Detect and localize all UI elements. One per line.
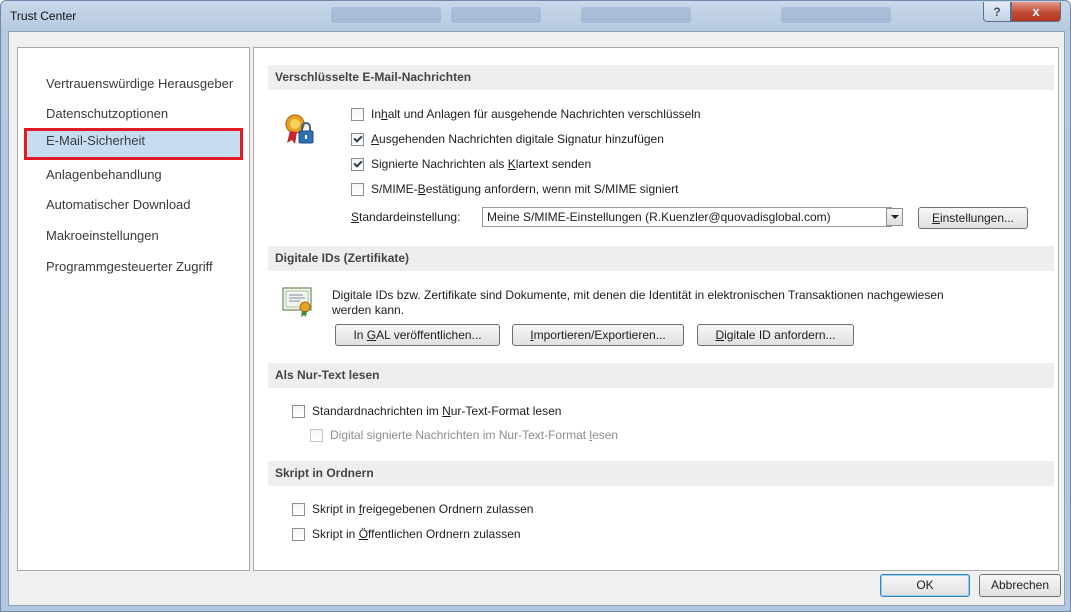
get-digital-id-button[interactable]: Digitale ID anfordern... (697, 324, 854, 346)
checkbox-label: Ausgehenden Nachrichten digitale Signatu… (371, 132, 664, 146)
close-button[interactable]: x (1011, 2, 1061, 22)
checkbox-label: Digital signierte Nachrichten im Nur-Tex… (330, 428, 619, 442)
default-setting-label: Standardeinstellung: (351, 210, 461, 224)
checkbox-label: Inhalt und Anlagen für ausgehende Nachri… (371, 107, 701, 121)
read-as-plain-text-checkbox[interactable]: Standardnachrichten im Nur-Text-Format l… (292, 404, 561, 418)
settings-button[interactable]: Einstellungen... (918, 207, 1028, 229)
ok-button[interactable]: OK (880, 574, 970, 597)
sidebar-item-privacy-options[interactable]: Datenschutzoptionen (24, 101, 243, 127)
sidebar-item-label: Makroeinstellungen (46, 228, 159, 243)
read-signed-as-plain-text-checkbox[interactable]: Digital signierte Nachrichten im Nur-Tex… (310, 428, 618, 442)
section-heading-script-in-folders: Skript in Ordnern (268, 461, 1054, 486)
publish-to-gal-button[interactable]: In GAL veröffentlichen... (335, 324, 500, 346)
window-title: Trust Center (10, 9, 77, 23)
checkbox-box[interactable] (351, 107, 364, 121)
category-list: Vertrauenswürdige Herausgeber Datenschut… (17, 47, 250, 571)
sidebar-item-macro-settings[interactable]: Makroeinstellungen (24, 223, 243, 249)
sidebar-item-email-security[interactable]: E-Mail-Sicherheit (24, 128, 243, 160)
sidebar-item-label: Programmgesteuerter Zugriff (46, 259, 213, 274)
checkbox-label: Skript in Öffentlichen Ordnern zulassen (312, 527, 521, 541)
background-tab (581, 7, 691, 23)
section-heading-plain-text: Als Nur-Text lesen (268, 363, 1054, 388)
email-security-panel: Verschlüsselte E-Mail-Nachrichten Inhalt… (253, 47, 1059, 571)
sidebar-item-label: Datenschutzoptionen (46, 106, 169, 121)
sidebar-item-attachment-handling[interactable]: Anlagenbehandlung (24, 162, 243, 188)
certificate-icon (282, 287, 312, 317)
title-bar[interactable]: Trust Center ? x (1, 1, 1070, 31)
section-heading-digital-ids: Digitale IDs (Zertifikate) (268, 246, 1054, 271)
sidebar-item-trusted-publishers[interactable]: Vertrauenswürdige Herausgeber (24, 71, 243, 97)
sidebar-item-label: Automatischer Download (46, 197, 191, 212)
send-clear-text-checkbox[interactable]: Signierte Nachrichten als Klartext sende… (351, 157, 591, 171)
checkbox-box[interactable] (351, 157, 364, 171)
checkbox-box[interactable] (351, 132, 364, 146)
checkbox-label: S/MIME-Bestätigung anfordern, wenn mit S… (371, 182, 679, 196)
import-export-button[interactable]: Importieren/Exportieren... (512, 324, 684, 346)
section-heading-encrypted-email: Verschlüsselte E-Mail-Nachrichten (268, 65, 1054, 90)
certificate-lock-icon (285, 114, 314, 144)
checkbox-box[interactable] (310, 428, 323, 442)
cancel-button[interactable]: Abbrechen (979, 574, 1061, 597)
sidebar-item-automatic-download[interactable]: Automatischer Download (24, 192, 243, 218)
trust-center-window: Trust Center ? x Vertrauenswürdige Herau… (0, 0, 1071, 612)
checkbox-box[interactable] (292, 527, 305, 541)
background-tab (781, 7, 891, 23)
checkbox-label: Skript in freigegebenen Ordnern zulassen (312, 502, 534, 516)
add-digital-signature-checkbox[interactable]: Ausgehenden Nachrichten digitale Signatu… (351, 132, 664, 146)
help-button[interactable]: ? (983, 2, 1011, 22)
sidebar-item-label: E-Mail-Sicherheit (46, 133, 145, 148)
digital-ids-description: Digitale IDs bzw. Zertifikate sind Dokum… (332, 288, 944, 317)
encrypt-content-checkbox[interactable]: Inhalt und Anlagen für ausgehende Nachri… (351, 107, 701, 121)
allow-script-public-folders-checkbox[interactable]: Skript in Öffentlichen Ordnern zulassen (292, 527, 521, 541)
close-icon: x (1032, 4, 1040, 19)
default-setting-dropdown[interactable]: Meine S/MIME-Einstellungen (R.Kuenzler@q… (482, 207, 892, 227)
checkbox-box[interactable] (351, 182, 364, 196)
chevron-down-icon[interactable] (886, 208, 903, 226)
sidebar-item-label: Anlagenbehandlung (46, 167, 162, 182)
request-smime-receipt-checkbox[interactable]: S/MIME-Bestätigung anfordern, wenn mit S… (351, 182, 678, 196)
sidebar-item-label: Vertrauenswürdige Herausgeber (46, 76, 234, 91)
dialog-client-area: Vertrauenswürdige Herausgeber Datenschut… (8, 31, 1065, 606)
background-tab (451, 7, 541, 23)
checkbox-label: Standardnachrichten im Nur-Text-Format l… (312, 404, 562, 418)
checkbox-label: Signierte Nachrichten als Klartext sende… (371, 157, 592, 171)
allow-script-shared-folders-checkbox[interactable]: Skript in freigegebenen Ordnern zulassen (292, 502, 533, 516)
help-icon: ? (993, 4, 1001, 19)
checkbox-box[interactable] (292, 502, 305, 516)
background-tab (331, 7, 441, 23)
sidebar-item-programmatic-access[interactable]: Programmgesteuerter Zugriff (24, 254, 243, 280)
checkbox-box[interactable] (292, 404, 305, 418)
